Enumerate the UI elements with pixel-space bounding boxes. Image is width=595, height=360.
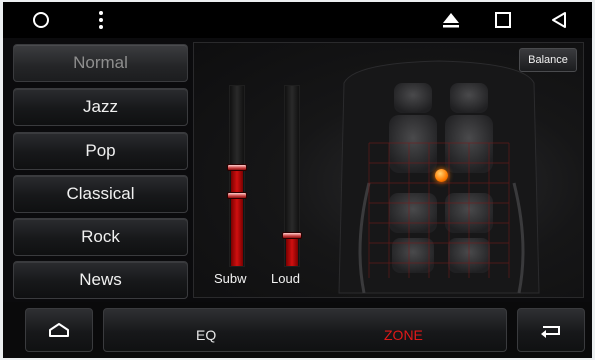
preset-jazz[interactable]: Jazz (13, 88, 188, 126)
preset-normal[interactable]: Normal (13, 44, 188, 82)
back-button[interactable] (517, 308, 585, 352)
preset-label: Classical (66, 184, 135, 203)
tab-bar: EQ ZONE (103, 308, 507, 352)
preset-classical[interactable]: Classical (13, 175, 188, 213)
car-cabin-illustration (338, 60, 540, 294)
bottom-bar: EQ ZONE (3, 302, 592, 358)
preset-rock[interactable]: Rock (13, 218, 188, 256)
subwoofer-slider-handle[interactable] (227, 164, 247, 171)
loudness-slider-handle[interactable] (282, 232, 302, 240)
preset-news[interactable]: News (13, 261, 188, 299)
balance-point[interactable] (435, 169, 448, 182)
balance-label: Balance (528, 54, 568, 66)
loudness-slider-fill (286, 235, 298, 266)
preset-label: Pop (85, 141, 116, 160)
balance-button[interactable]: Balance (519, 48, 577, 72)
balance-panel: Balance Subw Loud (193, 42, 584, 298)
home-button[interactable] (25, 308, 93, 352)
subwoofer-label: Subw (214, 271, 247, 286)
more-vertical-icon[interactable] (85, 2, 117, 38)
subwoofer-slider-handle-secondary[interactable] (227, 192, 247, 199)
back-triangle-icon[interactable] (543, 2, 575, 38)
system-bar (3, 2, 592, 38)
loudness-slider-track[interactable] (282, 85, 302, 267)
tab-zone[interactable]: ZONE (384, 327, 423, 343)
preset-label: News (79, 270, 122, 289)
preset-label: Jazz (83, 97, 118, 116)
home-outline-icon (49, 323, 69, 337)
loudness-label: Loud (271, 271, 300, 286)
eject-triangle-icon[interactable] (435, 2, 467, 38)
preset-label: Normal (73, 53, 128, 72)
circle-icon[interactable] (25, 2, 57, 38)
return-arrow-icon (541, 326, 560, 338)
preset-pop[interactable]: Pop (13, 132, 188, 170)
square-icon[interactable] (487, 2, 519, 38)
subwoofer-slider-track[interactable] (227, 85, 247, 267)
preset-label: Rock (81, 227, 120, 246)
tab-eq[interactable]: EQ (196, 327, 216, 343)
car-audio-screen: Normal Jazz Pop Classical Rock News Bala… (3, 2, 592, 358)
subwoofer-slider-fill (231, 167, 243, 266)
